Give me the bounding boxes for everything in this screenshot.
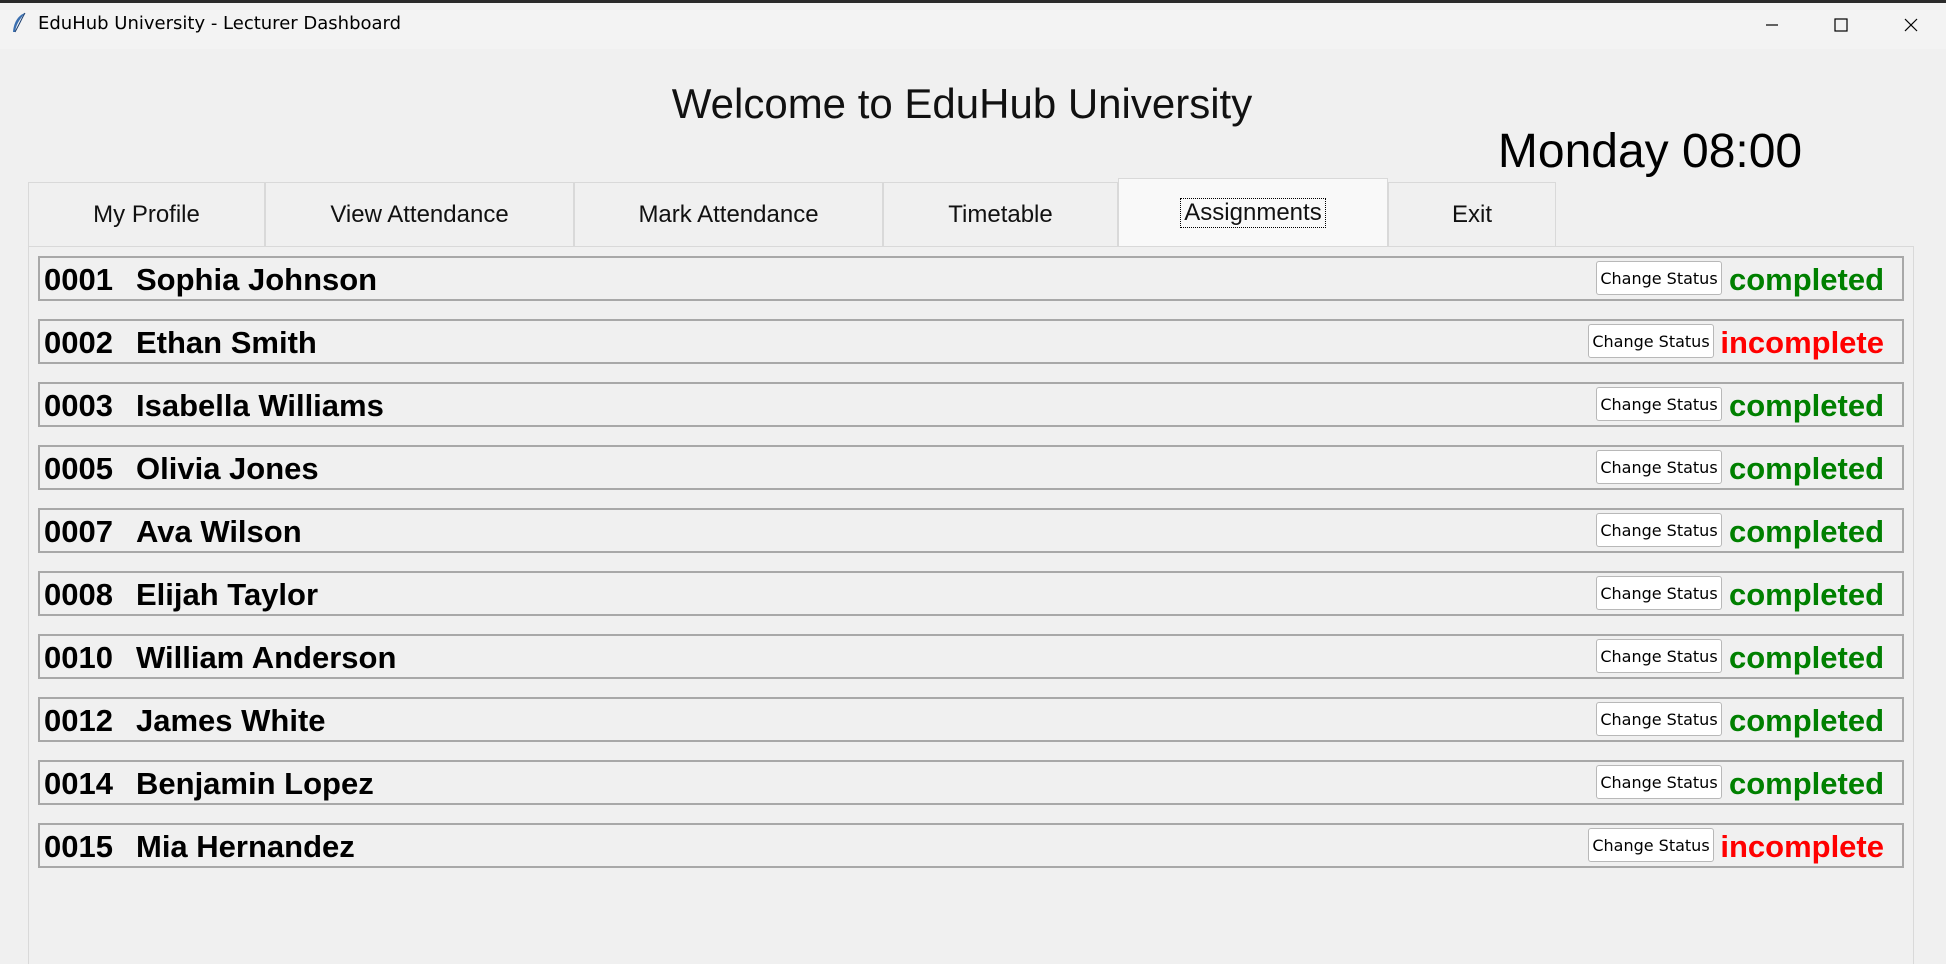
- student-row: 0007 Ava Wilson Change Status completed: [38, 508, 1904, 553]
- title-bar[interactable]: EduHub University - Lecturer Dashboard: [0, 0, 1946, 49]
- assignment-status: completed: [1728, 577, 1884, 612]
- tab-exit[interactable]: Exit: [1388, 182, 1556, 246]
- app-window: EduHub University - Lecturer Dashboard W…: [0, 0, 1946, 964]
- assignment-status: completed: [1728, 640, 1884, 675]
- change-status-button[interactable]: Change Status: [1596, 765, 1722, 799]
- student-name: Elijah Taylor: [136, 577, 319, 612]
- student-name: William Anderson: [136, 640, 397, 675]
- student-id: 0001: [44, 262, 113, 297]
- tab-my-profile[interactable]: My Profile: [28, 182, 265, 246]
- student-name: Ethan Smith: [136, 325, 317, 360]
- change-status-button[interactable]: Change Status: [1596, 639, 1722, 673]
- tab-label: Timetable: [948, 200, 1053, 228]
- change-status-button[interactable]: Change Status: [1596, 387, 1722, 421]
- assignment-status: completed: [1728, 703, 1884, 738]
- tab-label: View Attendance: [330, 200, 509, 228]
- student-name: Isabella Williams: [136, 388, 384, 423]
- student-id: 0012: [44, 703, 113, 738]
- tab-label: Mark Attendance: [638, 200, 819, 228]
- day-time-clock: Monday 08:00: [1497, 125, 1803, 178]
- maximize-icon: [1834, 17, 1848, 32]
- feather-icon: [10, 12, 28, 34]
- assignment-status: incomplete: [1720, 829, 1884, 864]
- close-icon: [1904, 18, 1918, 31]
- tab-bar: My Profile View Attendance Mark Attendan…: [28, 178, 1556, 246]
- tab-label: Exit: [1451, 200, 1492, 228]
- student-id: 0015: [44, 829, 113, 864]
- change-status-button[interactable]: Change Status: [1596, 261, 1722, 295]
- student-name: Benjamin Lopez: [136, 766, 374, 801]
- minimize-icon: [1766, 23, 1778, 26]
- tab-view-attendance[interactable]: View Attendance: [265, 182, 574, 246]
- welcome-heading: Welcome to EduHub University: [671, 80, 1253, 127]
- assignments-panel: 0001 Sophia Johnson Change Status comple…: [28, 246, 1914, 964]
- change-status-button[interactable]: Change Status: [1596, 450, 1722, 484]
- student-row: 0012 James White Change Status completed: [38, 697, 1904, 742]
- student-id: 0002: [44, 325, 113, 360]
- close-button[interactable]: [1877, 0, 1945, 49]
- change-status-button[interactable]: Change Status: [1596, 576, 1722, 610]
- change-status-button[interactable]: Change Status: [1588, 828, 1714, 862]
- student-row: 0003 Isabella Williams Change Status com…: [38, 382, 1904, 427]
- student-id: 0008: [44, 577, 113, 612]
- assignment-status: completed: [1728, 514, 1884, 549]
- student-row: 0010 William Anderson Change Status comp…: [38, 634, 1904, 679]
- tab-label: My Profile: [93, 200, 200, 228]
- title-bar-strip: [0, 0, 1946, 3]
- dashboard-notebook: My Profile View Attendance Mark Attendan…: [28, 178, 1914, 964]
- student-id: 0007: [44, 514, 113, 549]
- tab-timetable[interactable]: Timetable: [883, 182, 1118, 246]
- maximize-button[interactable]: [1807, 0, 1875, 49]
- change-status-button[interactable]: Change Status: [1596, 702, 1722, 736]
- student-name: Mia Hernandez: [136, 829, 355, 864]
- tab-assignments[interactable]: Assignments: [1118, 178, 1388, 246]
- assignment-status: incomplete: [1720, 325, 1884, 360]
- student-name: Ava Wilson: [136, 514, 302, 549]
- student-id: 0010: [44, 640, 113, 675]
- student-row: 0008 Elijah Taylor Change Status complet…: [38, 571, 1904, 616]
- tab-label: Assignments: [1180, 197, 1326, 228]
- tab-mark-attendance[interactable]: Mark Attendance: [574, 182, 883, 246]
- assignment-status: completed: [1728, 262, 1884, 297]
- student-name: Olivia Jones: [136, 451, 319, 486]
- student-row: 0001 Sophia Johnson Change Status comple…: [38, 256, 1904, 301]
- student-row: 0005 Olivia Jones Change Status complete…: [38, 445, 1904, 490]
- student-name: Sophia Johnson: [136, 262, 378, 297]
- assignment-status: completed: [1728, 451, 1884, 486]
- student-name: James White: [136, 703, 326, 738]
- student-id: 0005: [44, 451, 113, 486]
- assignment-status: completed: [1728, 766, 1884, 801]
- student-id: 0014: [44, 766, 113, 801]
- window-title: EduHub University - Lecturer Dashboard: [38, 13, 402, 34]
- student-id: 0003: [44, 388, 113, 423]
- minimize-button[interactable]: [1738, 0, 1806, 49]
- change-status-button[interactable]: Change Status: [1596, 513, 1722, 547]
- assignment-status: completed: [1728, 388, 1884, 423]
- student-row: 0014 Benjamin Lopez Change Status comple…: [38, 760, 1904, 805]
- change-status-button[interactable]: Change Status: [1588, 324, 1714, 358]
- student-row: 0015 Mia Hernandez Change Status incompl…: [38, 823, 1904, 868]
- student-row: 0002 Ethan Smith Change Status incomplet…: [38, 319, 1904, 364]
